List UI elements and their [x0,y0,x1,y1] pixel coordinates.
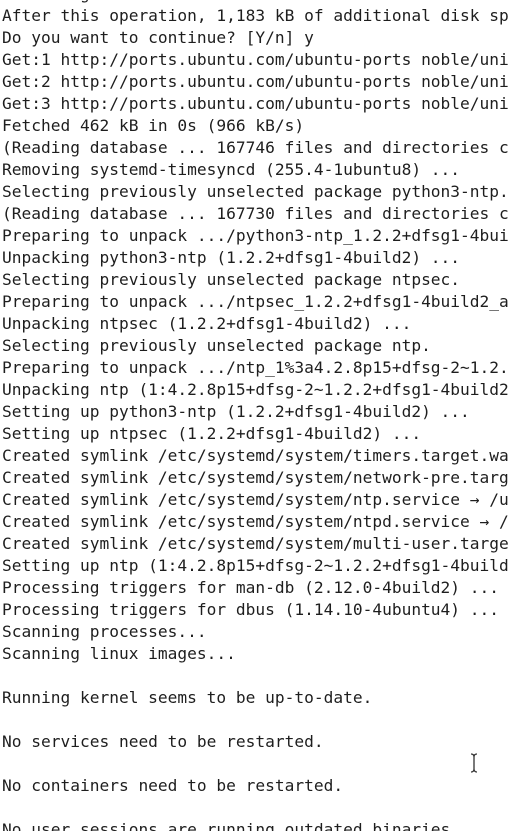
terminal-line: Get:2 http://ports.ubuntu.com/ubuntu-por… [2,72,509,91]
terminal-line: Scanning processes... [2,622,207,641]
terminal-line: Created symlink /etc/systemd/system/ntpd… [2,512,509,531]
terminal-line: Fetched 462 kB in 0s (966 kB/s) [2,116,305,135]
terminal-line: Running kernel seems to be up-to-date. [2,688,373,707]
terminal-line: Do you want to continue? [Y/n] y [2,28,314,47]
terminal-line: Get:3 http://ports.ubuntu.com/ubuntu-por… [2,94,509,113]
terminal-line: Preparing to unpack .../ntp_1%3a4.2.8p15… [2,358,509,377]
terminal-line: Preparing to unpack .../ntpsec_1.2.2+dfs… [2,292,509,311]
terminal-line: Selecting previously unselected package … [2,182,509,201]
terminal-line: Setting up ntp (1:4.2.8p15+dfsg-2~1.2.2+… [2,556,509,575]
terminal-line: Selecting previously unselected package … [2,336,431,355]
terminal-line: Removing systemd-timesyncd (255.4-1ubunt… [2,160,461,179]
terminal-output: Need to get 462 kB of archives.After thi… [2,0,509,831]
terminal-line: After this operation, 1,183 kB of additi… [2,6,509,25]
terminal-line: Unpacking ntpsec (1.2.2+dfsg1-4build2) .… [2,314,412,333]
terminal-line: Created symlink /etc/systemd/system/netw… [2,468,509,487]
terminal-line: Processing triggers for dbus (1.14.10-4u… [2,600,500,619]
terminal-line: Setting up ntpsec (1.2.2+dfsg1-4build2) … [2,424,422,443]
terminal-line: Scanning linux images... [2,644,236,663]
terminal-line: (Reading database ... 167730 files and d… [2,204,509,223]
terminal-line: Unpacking python3-ntp (1.2.2+dfsg1-4buil… [2,248,461,267]
text-cursor-icon [470,753,478,773]
terminal-line: Processing triggers for man-db (2.12.0-4… [2,578,500,597]
terminal-line: Unpacking ntp (1:4.2.8p15+dfsg-2~1.2.2+d… [2,380,509,399]
terminal-line: Setting up python3-ntp (1.2.2+dfsg1-4bui… [2,402,470,421]
terminal-line: (Reading database ... 167746 files and d… [2,138,509,157]
terminal-line: Preparing to unpack .../python3-ntp_1.2.… [2,226,509,245]
terminal-line: Get:1 http://ports.ubuntu.com/ubuntu-por… [2,50,509,69]
terminal-line: Selecting previously unselected package … [2,270,461,289]
terminal-line: No user sessions are running outdated bi… [2,820,461,831]
terminal-line: Created symlink /etc/systemd/system/mult… [2,534,509,553]
terminal-line: No containers need to be restarted. [2,776,344,795]
terminal-line: Created symlink /etc/systemd/system/time… [2,446,509,465]
terminal-window[interactable]: Need to get 462 kB of archives.After thi… [0,0,518,831]
terminal-line: No services need to be restarted. [2,732,324,751]
terminal-line: Created symlink /etc/systemd/system/ntp.… [2,490,509,509]
